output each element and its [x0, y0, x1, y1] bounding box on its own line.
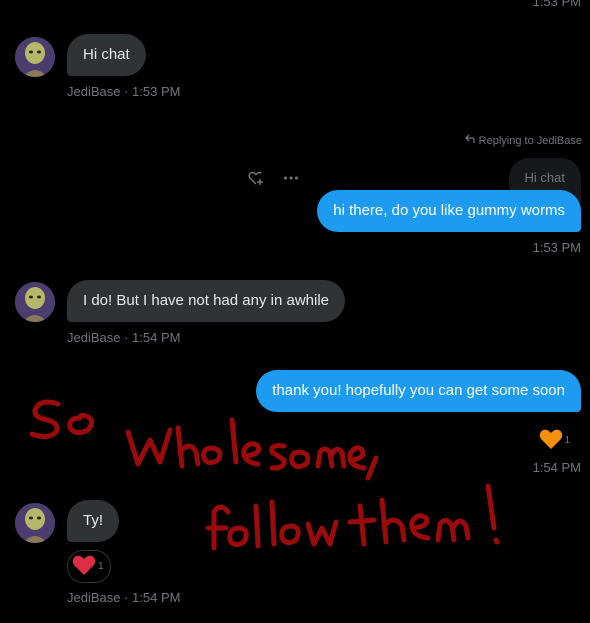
reaction[interactable]: 1: [539, 428, 570, 453]
reply-label: Replying to JediBase: [478, 134, 582, 147]
add-reaction-icon[interactable]: [246, 168, 266, 188]
reaction-count: 1: [564, 435, 570, 446]
reply-arrow-icon: [464, 134, 475, 147]
message-meta: 1:53 PM: [532, 240, 581, 255]
orange-heart-icon: [539, 428, 563, 453]
avatar[interactable]: [15, 37, 55, 77]
avatar[interactable]: [15, 503, 55, 543]
red-heart-icon: [72, 554, 96, 579]
reaction-count: 1: [98, 561, 104, 572]
message-bubble-sent[interactable]: thank you! hopefully you can get some so…: [256, 370, 581, 412]
avatar[interactable]: [15, 282, 55, 322]
timestamp-top: 1:53 PM: [532, 0, 581, 9]
message-bubble-received[interactable]: I do! But I have not had any in awhile: [67, 280, 345, 322]
message-meta: JediBase · 1:54 PM: [67, 330, 181, 345]
reply-indicator: Replying to JediBase: [464, 134, 582, 147]
message-meta: 1:54 PM: [532, 460, 581, 475]
message-meta: JediBase · 1:54 PM: [67, 590, 181, 605]
reaction[interactable]: 1: [67, 550, 111, 583]
message-meta: JediBase · 1:53 PM: [67, 84, 181, 99]
dm-conversation: 1:53 PM Hi chat JediBase · 1:53 PM Reply…: [0, 0, 590, 623]
more-options-icon[interactable]: [281, 168, 301, 188]
message-bubble-received[interactable]: Hi chat: [67, 34, 146, 76]
message-bubble-sent[interactable]: hi there, do you like gummy worms: [317, 190, 581, 232]
message-bubble-received[interactable]: Ty!: [67, 500, 120, 542]
